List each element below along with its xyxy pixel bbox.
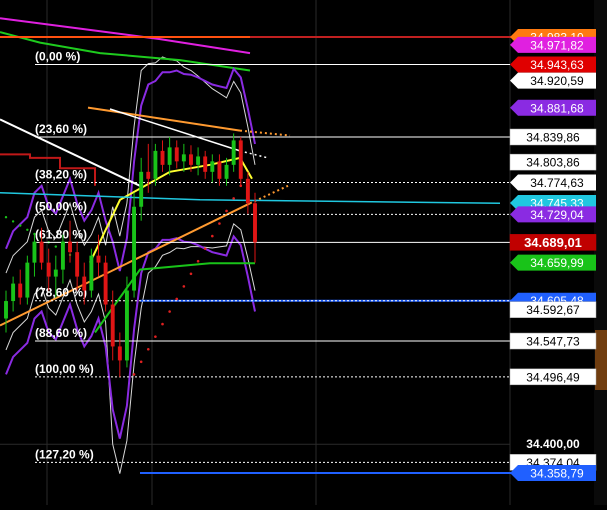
sar-dot	[218, 222, 221, 225]
price-tag-label: 34.592,67	[526, 303, 580, 317]
candle-body	[82, 276, 87, 291]
candle-body	[189, 154, 193, 165]
candle-body	[53, 269, 58, 277]
fib-level-label: (78,60 %)	[35, 286, 87, 300]
fib-level-label: (23,60 %)	[35, 122, 87, 136]
price-tag-label: 34.881,68	[530, 101, 584, 115]
indicator-dot	[54, 245, 57, 248]
sar-dot	[132, 373, 136, 376]
candle-body	[96, 255, 101, 263]
fib-level-label: (50,00 %)	[35, 199, 87, 213]
candle-body	[132, 206, 137, 291]
sar-dot	[225, 209, 228, 213]
indicator-dot	[26, 228, 29, 231]
sar-dot	[211, 234, 214, 238]
indicator-dot	[4, 216, 8, 219]
price-tag-label: 34.547,73	[526, 335, 580, 349]
fib-level-label: (61,80 %)	[35, 227, 87, 241]
sar-dot	[139, 360, 143, 364]
candle-body	[153, 150, 158, 179]
candle-body	[103, 262, 108, 305]
candle-body	[160, 150, 165, 165]
candle-body	[68, 241, 72, 253]
candle-body	[224, 164, 229, 179]
sar-dot	[168, 310, 171, 313]
candle-body	[18, 283, 23, 298]
sar-dot	[161, 322, 164, 326]
price-tag-label: 34.496,49	[526, 370, 580, 384]
edge-glow	[595, 330, 607, 390]
sar-dot	[232, 197, 235, 200]
sar-dot	[182, 285, 186, 288]
price-axis-ticks: 34.400,00	[526, 437, 580, 451]
price-tag-label: 34.358,79	[530, 467, 584, 481]
candle-body	[245, 178, 250, 204]
candle-body	[75, 252, 80, 277]
candle-body	[60, 241, 65, 270]
candle-body	[217, 161, 222, 179]
candlestick-chart: (0,00 %) (23,60 %) (38,20 %) (50,00 %) (61,8…	[0, 0, 607, 505]
indicator-dot	[11, 220, 15, 223]
chart-container: (0,00 %) (23,60 %) (38,20 %) (50,00 %) (61,8…	[0, 0, 607, 505]
candle-body	[25, 262, 30, 298]
price-tag-label: 34.729,04	[530, 208, 584, 222]
candle-body	[89, 255, 94, 291]
candle-body	[117, 346, 122, 361]
candle-body	[32, 241, 37, 263]
candle-body	[124, 290, 129, 361]
fib-level-label: (100,00 %)	[35, 362, 94, 376]
sar-dot	[189, 272, 193, 276]
fib-level-label: (88,60 %)	[35, 326, 87, 340]
candle-body	[231, 140, 236, 165]
price-tag-label: 34.920,59	[530, 74, 584, 88]
candle-body	[174, 147, 179, 162]
candle-body	[11, 283, 16, 302]
candle-body	[181, 154, 186, 162]
price-tag-label: 34.839,86	[526, 130, 580, 144]
candle-body	[210, 161, 215, 172]
candle-body	[110, 304, 115, 347]
candle-body	[196, 156, 201, 165]
sar-dot	[196, 259, 200, 263]
candle-body	[139, 171, 144, 207]
sar-dot	[175, 297, 179, 301]
sar-dot	[154, 335, 157, 338]
price-tag-label: 34.774,63	[530, 176, 584, 190]
candle-body	[146, 171, 151, 179]
price-tag-label: 34.689,01	[524, 235, 582, 250]
sar-dot	[203, 247, 207, 250]
fib-level-label: (127,20 %)	[35, 447, 94, 461]
fib-level-label: (38,20 %)	[35, 168, 87, 182]
price-tag-label: 34.803,86	[526, 156, 580, 170]
candle-body	[46, 262, 51, 277]
candle-body	[167, 147, 172, 165]
price-tag-label: 34.943,63	[530, 58, 584, 72]
candle-body	[253, 203, 257, 243]
price-tag-label: 34.659,99	[530, 256, 584, 270]
price-tag-label: 34.971,82	[530, 38, 584, 52]
indicator-dot	[19, 224, 22, 227]
candle-body	[39, 241, 44, 263]
fib-level-label: (0,00 %)	[35, 50, 80, 64]
candle-body	[238, 140, 243, 179]
price-axis-tick-label: 34.400,00	[526, 437, 580, 451]
candle-body	[203, 156, 208, 172]
candle-body	[4, 301, 8, 319]
sar-dot	[146, 347, 150, 351]
